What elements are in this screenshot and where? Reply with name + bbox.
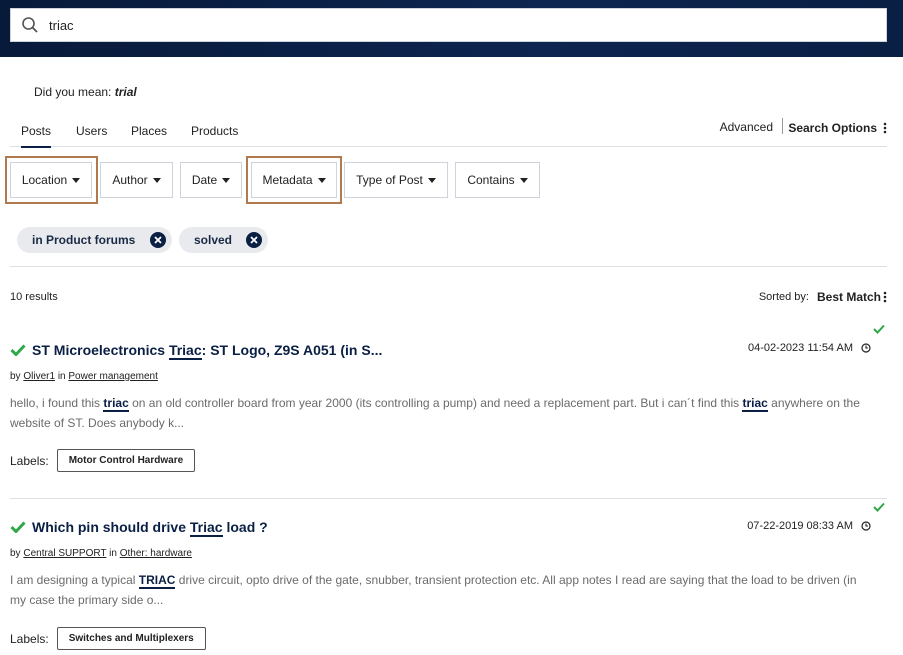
- did-you-mean-suggestion[interactable]: trial: [115, 85, 137, 99]
- tab-posts[interactable]: Posts: [21, 124, 52, 148]
- filter-type-of-post[interactable]: Type of Post: [344, 162, 448, 198]
- kebab-menu-icon: [883, 122, 887, 134]
- post-snippet: hello, i found this triac on an old cont…: [10, 393, 870, 433]
- label-pill[interactable]: Switches and Multiplexers: [56, 627, 206, 650]
- divider: [10, 266, 887, 267]
- post-byline: by Central SUPPORT in Other: hardware: [10, 548, 192, 559]
- tab-users[interactable]: Users: [76, 124, 107, 138]
- kebab-menu-icon: [883, 291, 887, 303]
- search-box[interactable]: [10, 8, 887, 42]
- snippet-keyword: triac: [103, 396, 129, 412]
- filter-date[interactable]: Date: [180, 162, 242, 198]
- sort-control[interactable]: Sorted by: Best Match: [759, 290, 887, 304]
- remove-filter-icon[interactable]: [246, 232, 262, 248]
- byline-in: in: [109, 548, 117, 559]
- post-title-text: : ST Logo, Z9S A051 (in S...: [201, 342, 383, 358]
- post-byline: by Oliver1 in Power management: [10, 371, 158, 382]
- snippet-keyword: TRIAC: [138, 573, 176, 589]
- snippet-keyword: triac: [742, 396, 768, 412]
- post-date: 04-02-2023 11:54 AM: [748, 342, 853, 354]
- author-link[interactable]: Central SUPPORT: [23, 548, 106, 559]
- did-you-mean: Did you mean: trial: [34, 85, 137, 99]
- post-title[interactable]: Which pin should drive Triac load ?: [10, 519, 268, 537]
- byline-by: by: [10, 371, 21, 382]
- highlight-box-location: [5, 156, 98, 204]
- board-link[interactable]: Other: hardware: [120, 548, 192, 559]
- search-options-label: Search Options: [788, 121, 877, 135]
- chip-product-forums: in Product forums: [17, 227, 172, 253]
- board-link[interactable]: Power management: [68, 371, 158, 382]
- post-snippet: I am designing a typical TRIAC drive cir…: [10, 570, 870, 610]
- solved-check-icon: [873, 502, 885, 512]
- tab-products[interactable]: Products: [191, 124, 238, 138]
- snippet-text: on an old controller board from year 200…: [132, 396, 740, 410]
- label-pill[interactable]: Motor Control Hardware: [56, 449, 196, 472]
- remove-filter-icon[interactable]: [150, 232, 166, 248]
- snippet-text: drive circuit, opto drive of the gate, s…: [10, 573, 857, 607]
- clock-icon: [861, 521, 871, 531]
- post-title-text: Which pin should drive: [32, 519, 186, 535]
- filter-author-label: Author: [112, 173, 148, 187]
- search-input[interactable]: [49, 17, 749, 33]
- top-banner: [0, 0, 903, 57]
- chip-solved: solved: [179, 227, 268, 253]
- caret-down-icon: [222, 177, 231, 183]
- caret-down-icon: [427, 177, 436, 183]
- sort-value[interactable]: Best Match: [817, 290, 881, 304]
- filter-author[interactable]: Author: [100, 162, 173, 198]
- sorted-by-label: Sorted by:: [758, 291, 809, 303]
- labels-title: Labels:: [10, 631, 49, 646]
- search-options-button[interactable]: Search Options: [788, 121, 887, 135]
- result-post: Which pin should drive Triac load ? 07-2…: [10, 500, 887, 655]
- post-labels: Labels: Motor Control Hardware: [10, 449, 196, 472]
- search-icon[interactable]: [21, 16, 39, 34]
- highlight-box-metadata: [246, 156, 342, 204]
- filter-contains-label: Contains: [467, 173, 515, 187]
- result-tabs: Posts Users Places Products Advanced Sea…: [10, 118, 887, 148]
- snippet-text: I am designing a typical: [10, 573, 136, 587]
- result-post: ST Microelectronics Triac: ST Logo, Z9S …: [10, 322, 887, 472]
- post-title-text: load ?: [226, 519, 268, 535]
- author-link[interactable]: Oliver1: [23, 371, 55, 382]
- results-count: 10 results: [10, 291, 58, 303]
- post-title-keyword: Triac: [189, 519, 223, 537]
- clock-icon: [861, 343, 871, 353]
- post-title-keyword: Triac: [168, 342, 202, 360]
- filter-type-of-post-label: Type of Post: [356, 173, 423, 187]
- did-you-mean-prefix: Did you mean:: [34, 85, 112, 99]
- chip-label: solved: [194, 233, 233, 247]
- filter-date-label: Date: [191, 173, 218, 187]
- solved-check-icon: [873, 324, 885, 334]
- filter-contains[interactable]: Contains: [455, 162, 540, 198]
- caret-down-icon: [519, 177, 528, 183]
- labels-title: Labels:: [10, 453, 49, 468]
- header-separator: [782, 118, 783, 134]
- post-date: 07-22-2019 08:33 AM: [747, 520, 853, 532]
- post-labels: Labels: Switches and Multiplexers: [10, 627, 206, 650]
- chip-label: in Product forums: [32, 233, 136, 247]
- byline-in: in: [57, 371, 66, 382]
- post-title[interactable]: ST Microelectronics Triac: ST Logo, Z9S …: [10, 342, 383, 360]
- post-title-text: ST Microelectronics: [32, 342, 166, 358]
- advanced-link[interactable]: Advanced: [720, 120, 773, 134]
- caret-down-icon: [152, 177, 161, 183]
- solved-check-icon: [10, 521, 26, 533]
- byline-by: by: [10, 548, 21, 559]
- divider: [10, 498, 887, 499]
- solved-check-icon: [10, 344, 26, 356]
- snippet-text: hello, i found this: [10, 396, 101, 410]
- tab-places[interactable]: Places: [131, 124, 167, 138]
